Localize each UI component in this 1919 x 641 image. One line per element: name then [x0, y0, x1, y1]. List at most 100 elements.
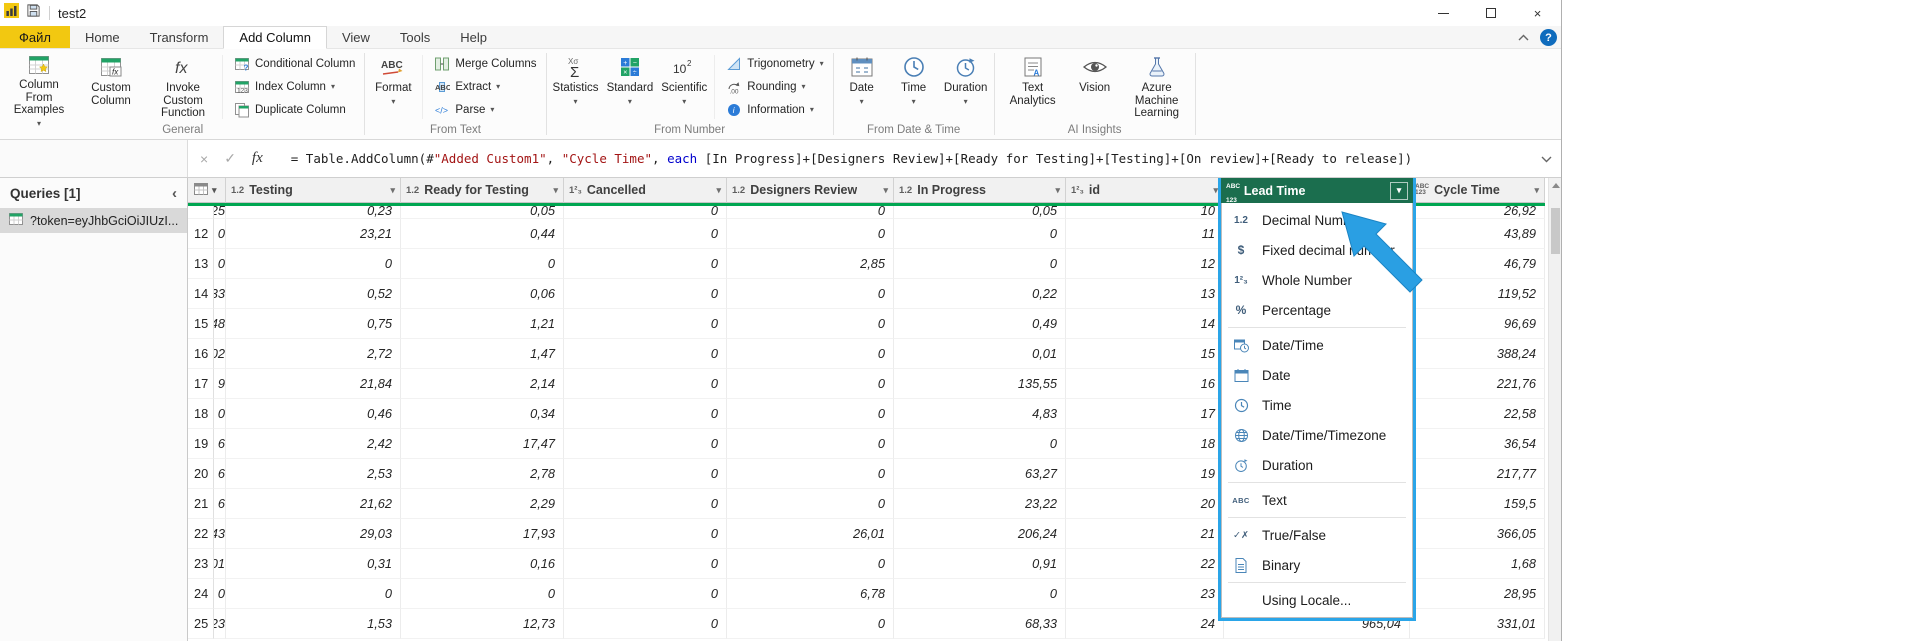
table-cell[interactable]: 13 [1066, 279, 1224, 309]
table-cell[interactable]: 12,73 [401, 609, 564, 639]
ribbon-button-index-column[interactable]: 123Index Column▾ [226, 75, 362, 98]
formula-input[interactable]: = Table.AddColumn(#"Added Custom1", "Cyc… [275, 140, 1561, 177]
table-cell[interactable]: 0 [894, 249, 1066, 279]
table-cell[interactable]: 68,33 [894, 609, 1066, 639]
table-cell[interactable]: 135,55 [894, 369, 1066, 399]
ribbon-button-text-analytics[interactable]: AText Analytics [997, 51, 1069, 121]
table-cell[interactable]: 17,47 [401, 429, 564, 459]
table-cell[interactable]: 1,53 [226, 609, 401, 639]
table-cell[interactable]: 0 [214, 249, 226, 279]
table-cell[interactable]: 0 [226, 249, 401, 279]
ribbon-button-merge-columns[interactable]: Merge Columns [426, 52, 543, 75]
table-cell[interactable]: 19 [1066, 459, 1224, 489]
menu-item-date-time[interactable]: Date/Time [1222, 330, 1412, 360]
table-cell[interactable]: 43 [214, 519, 226, 549]
column-header-id[interactable]: 1²₃id▾ [1066, 178, 1224, 203]
table-cell[interactable]: 24 [1066, 609, 1224, 639]
table-cell[interactable]: 16 [1066, 369, 1224, 399]
row-number[interactable]: 16 [188, 339, 214, 369]
table-cell[interactable]: 6 [214, 459, 226, 489]
ribbon-button-scientific[interactable]: 102Scientific▾ [657, 51, 711, 121]
table-cell[interactable]: 0,75 [226, 309, 401, 339]
table-cell[interactable]: 23 [214, 609, 226, 639]
table-cell[interactable]: 6 [214, 429, 226, 459]
table-cell[interactable]: 0 [564, 489, 727, 519]
table-cell[interactable]: 63,27 [894, 459, 1066, 489]
ribbon-button-azure-machine-learning[interactable]: Azure Machine Learning [1121, 51, 1193, 121]
table-cell[interactable]: 48 [214, 309, 226, 339]
minimize-button[interactable] [1420, 0, 1467, 26]
table-cell[interactable]: 0 [564, 249, 727, 279]
row-number[interactable]: 21 [188, 489, 214, 519]
menu-item-date-time-timezone[interactable]: Date/Time/Timezone [1222, 420, 1412, 450]
collapse-ribbon-icon[interactable] [1518, 34, 1529, 41]
tab-add-column[interactable]: Add Column [223, 26, 327, 49]
table-cell[interactable]: 0 [214, 579, 226, 609]
table-cell[interactable]: 0,22 [894, 279, 1066, 309]
scrollbar-thumb[interactable] [1551, 208, 1560, 254]
table-cell[interactable]: 0 [727, 369, 894, 399]
ribbon-button-conditional-column[interactable]: ?Conditional Column [226, 52, 362, 75]
column-header-cancelled[interactable]: 1²₃Cancelled▾ [564, 178, 727, 203]
table-cell[interactable]: 17 [1066, 399, 1224, 429]
table-cell[interactable]: 0 [401, 579, 564, 609]
menu-item-binary[interactable]: Binary [1222, 550, 1412, 580]
table-cell[interactable]: 23,22 [894, 489, 1066, 519]
table-cell[interactable]: 4,83 [894, 399, 1066, 429]
table-cell[interactable]: 1,68 [1410, 549, 1545, 579]
tab-файл[interactable]: Файл [0, 26, 70, 48]
table-cell[interactable]: 0 [564, 429, 727, 459]
table-cell[interactable]: 0,52 [226, 279, 401, 309]
table-cell[interactable]: 9 [214, 369, 226, 399]
table-cell[interactable]: 2,14 [401, 369, 564, 399]
menu-item-duration[interactable]: Duration [1222, 450, 1412, 480]
table-cell[interactable]: 43,89 [1410, 219, 1545, 249]
row-number[interactable]: 25 [188, 609, 214, 639]
menu-item-date[interactable]: Date [1222, 360, 1412, 390]
table-cell[interactable]: 1,47 [401, 339, 564, 369]
table-cell[interactable]: 6 [214, 489, 226, 519]
tab-tools[interactable]: Tools [385, 26, 445, 48]
table-cell[interactable]: 46,79 [1410, 249, 1545, 279]
table-cell[interactable]: 96,69 [1410, 309, 1545, 339]
table-cell[interactable]: 388,24 [1410, 339, 1545, 369]
table-cell[interactable]: 0 [727, 429, 894, 459]
ribbon-button-duration[interactable]: Duration▾ [940, 51, 992, 121]
table-cell[interactable]: 0 [564, 369, 727, 399]
table-cell[interactable]: 2,85 [727, 249, 894, 279]
scroll-up-icon[interactable] [1552, 183, 1560, 188]
table-cell[interactable]: 0,01 [894, 339, 1066, 369]
table-cell[interactable]: 12 [1066, 249, 1224, 279]
table-cell[interactable]: 17,93 [401, 519, 564, 549]
table-cell[interactable]: 0,31 [226, 549, 401, 579]
table-cell[interactable]: 21,84 [226, 369, 401, 399]
table-cell[interactable]: 0 [564, 279, 727, 309]
table-cell[interactable]: 11 [1066, 219, 1224, 249]
tab-transform[interactable]: Transform [135, 26, 224, 48]
table-cell[interactable]: 15 [1066, 339, 1224, 369]
table-cell[interactable]: 0 [727, 279, 894, 309]
panel-collapse-icon[interactable]: ‹ [172, 185, 177, 202]
table-cell[interactable]: 2,53 [226, 459, 401, 489]
menu-item-true-false[interactable]: ✓✗True/False [1222, 520, 1412, 550]
table-cell[interactable]: 20 [1066, 489, 1224, 519]
row-number[interactable]: 13 [188, 249, 214, 279]
table-cell[interactable]: 0 [226, 579, 401, 609]
table-cell[interactable]: 0,16 [401, 549, 564, 579]
column-header-ready-for-testing[interactable]: 1.2Ready for Testing▾ [401, 178, 564, 203]
table-cell[interactable]: 0 [727, 339, 894, 369]
table-cell[interactable]: 23 [1066, 579, 1224, 609]
formula-commit-icon[interactable]: ✓ [224, 150, 236, 167]
table-cell[interactable]: 0 [564, 549, 727, 579]
ribbon-button-standard[interactable]: +−×÷Standard▾ [603, 51, 658, 121]
ribbon-button-duplicate-column[interactable]: Duplicate Column [226, 98, 362, 121]
formula-expand-icon[interactable] [1536, 140, 1556, 178]
table-cell[interactable]: 22 [1066, 549, 1224, 579]
table-cell[interactable]: 0 [564, 519, 727, 549]
table-cell[interactable]: 0 [727, 549, 894, 579]
close-button[interactable]: × [1514, 0, 1561, 26]
table-cell[interactable]: 0 [894, 579, 1066, 609]
table-cell[interactable]: 0,49 [894, 309, 1066, 339]
column-header-testing[interactable]: 1.2Testing▾ [226, 178, 401, 203]
menu-item-text[interactable]: ABCText [1222, 485, 1412, 515]
